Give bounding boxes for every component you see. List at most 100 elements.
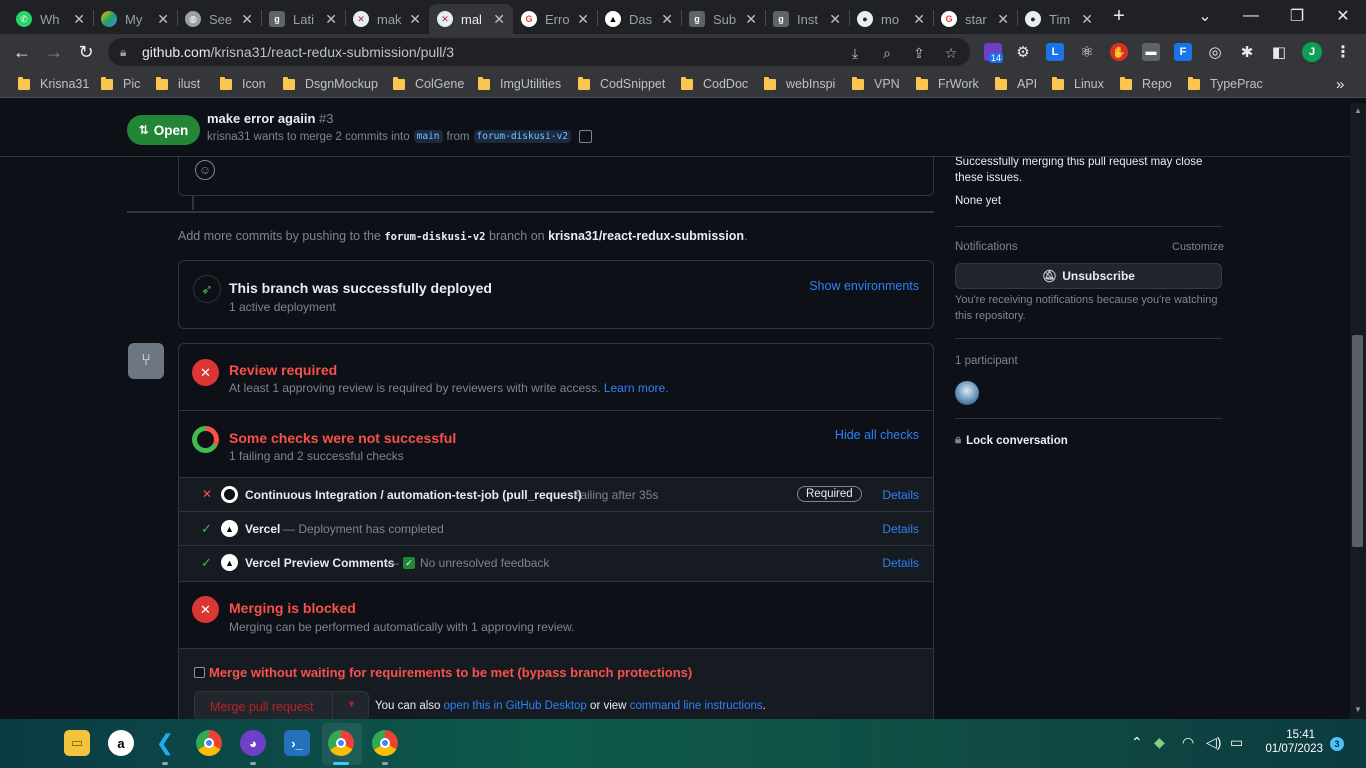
close-tab-icon[interactable]: ✕ bbox=[493, 11, 505, 28]
tab-8[interactable]: g Sub ✕ bbox=[681, 4, 765, 34]
tab-0[interactable]: ✆ Wh ✕ bbox=[8, 4, 93, 34]
command-line-link[interactable]: command line instructions bbox=[630, 700, 763, 712]
close-tab-icon[interactable]: ✕ bbox=[1081, 11, 1093, 28]
pr-author[interactable]: krisna31 bbox=[207, 131, 250, 143]
bookmark-folder[interactable]: webInspi bbox=[764, 76, 835, 92]
close-tab-icon[interactable]: ✕ bbox=[997, 11, 1009, 28]
unsubscribe-button[interactable]: 🔕︎ Unsubscribe bbox=[955, 263, 1222, 289]
bookmark-folder[interactable]: Linux bbox=[1052, 76, 1104, 92]
tab-10[interactable]: ● mo ✕ bbox=[849, 4, 933, 34]
learn-more-link[interactable]: Learn more. bbox=[604, 381, 669, 395]
bookmark-folder[interactable]: API bbox=[995, 76, 1037, 92]
lock-conversation-link[interactable]: 🔒︎ Lock conversation bbox=[955, 434, 1068, 447]
tray-app-icon[interactable]: ◆ bbox=[1154, 734, 1165, 751]
bookmark-star-icon[interactable]: ☆ bbox=[942, 44, 960, 62]
head-branch[interactable]: forum-diskusi-v2 bbox=[473, 130, 572, 143]
address-bar[interactable]: 🔒︎ github.com/krisna31/react-redux-submi… bbox=[108, 38, 970, 66]
tab-6[interactable]: G Erro ✕ bbox=[513, 4, 597, 34]
merge-dropdown-icon[interactable]: ▼ bbox=[347, 699, 356, 709]
notification-count-badge[interactable]: 3 bbox=[1330, 737, 1344, 751]
bookmark-folder[interactable]: ImgUtilities bbox=[478, 76, 561, 92]
new-tab-icon[interactable]: + bbox=[1104, 0, 1134, 32]
close-tab-icon[interactable]: ✕ bbox=[577, 11, 589, 28]
merge-pull-request-button[interactable]: Merge pull request bbox=[210, 700, 314, 714]
close-tab-icon[interactable]: ✕ bbox=[745, 11, 757, 28]
bookmark-folder[interactable]: ColGene bbox=[393, 76, 464, 92]
repo-link[interactable]: krisna31/react-redux-submission bbox=[548, 229, 744, 243]
restore-icon[interactable]: ❐ bbox=[1274, 0, 1320, 32]
github-desktop-link[interactable]: open this in GitHub Desktop bbox=[444, 700, 587, 712]
bookmark-folder[interactable]: TypePrac bbox=[1188, 76, 1263, 92]
bookmark-folder[interactable]: Repo bbox=[1120, 76, 1172, 92]
share-icon[interactable]: ⇪ bbox=[910, 44, 928, 62]
tray-overflow-icon[interactable]: ⌃ bbox=[1131, 734, 1143, 751]
vscode-icon[interactable]: ❮ bbox=[152, 730, 178, 756]
adblock-icon[interactable]: ✋ bbox=[1110, 43, 1128, 61]
start-menu-icon[interactable] bbox=[20, 732, 44, 756]
extension-icon[interactable]: ▬ bbox=[1142, 43, 1160, 61]
side-panel-icon[interactable]: ◧ bbox=[1270, 43, 1288, 61]
bookmark-folder[interactable]: Krisna31 bbox=[18, 76, 89, 92]
details-link[interactable]: Details bbox=[882, 488, 919, 502]
close-tab-icon[interactable]: ✕ bbox=[241, 11, 253, 28]
app-a-icon[interactable]: a bbox=[108, 730, 134, 756]
fonts-extension-icon[interactable]: F bbox=[1174, 43, 1192, 61]
menu-icon[interactable]: ⋮ bbox=[1334, 43, 1352, 61]
install-app-icon[interactable]: ⤓ bbox=[846, 44, 864, 62]
volume-icon[interactable]: ◁) bbox=[1206, 734, 1221, 751]
back-icon[interactable]: ← bbox=[10, 40, 34, 64]
clock[interactable]: 15:41 01/07/2023 bbox=[1262, 729, 1323, 755]
details-link[interactable]: Details bbox=[882, 556, 919, 570]
tab-12[interactable]: ● Tim ✕ bbox=[1017, 4, 1101, 34]
close-tab-icon[interactable]: ✕ bbox=[829, 11, 841, 28]
close-tab-icon[interactable]: ✕ bbox=[73, 11, 85, 28]
hide-all-checks-link[interactable]: Hide all checks bbox=[835, 428, 919, 442]
tab-4[interactable]: ✕ mak ✕ bbox=[345, 4, 429, 34]
scroll-down-icon[interactable]: ▼ bbox=[1352, 705, 1364, 714]
tab-11[interactable]: G star ✕ bbox=[933, 4, 1017, 34]
bookmark-folder[interactable]: VPN bbox=[852, 76, 900, 92]
participant-avatar[interactable] bbox=[955, 381, 979, 405]
bookmark-folder[interactable]: CodSnippet bbox=[578, 76, 665, 92]
zoom-icon[interactable]: ⌕ bbox=[878, 44, 896, 62]
show-environments-link[interactable]: Show environments bbox=[809, 279, 919, 293]
tab-7[interactable]: ▲ Das ✕ bbox=[597, 4, 681, 34]
bookmark-folder[interactable]: Icon bbox=[220, 76, 266, 92]
reload-icon[interactable]: ↻ bbox=[74, 40, 98, 64]
more-bookmarks-icon[interactable]: » bbox=[1336, 76, 1344, 93]
close-tab-icon[interactable]: ✕ bbox=[661, 11, 673, 28]
close-window-icon[interactable]: ✕ bbox=[1320, 0, 1366, 32]
tab-3[interactable]: g Lati ✕ bbox=[261, 4, 345, 34]
bookmark-folder[interactable]: DsgnMockup bbox=[283, 76, 378, 92]
chrome-icon[interactable] bbox=[196, 730, 222, 756]
battery-icon[interactable]: ▭ bbox=[1230, 734, 1243, 751]
add-reaction-icon[interactable]: ☺ bbox=[195, 160, 215, 180]
tab-search-icon[interactable]: ⌄ bbox=[1182, 0, 1228, 32]
puzzle-extensions-icon[interactable]: ✱ bbox=[1238, 43, 1256, 61]
base-branch[interactable]: main bbox=[413, 130, 443, 143]
forward-icon[interactable]: → bbox=[42, 40, 66, 64]
close-tab-icon[interactable]: ✕ bbox=[913, 11, 925, 28]
tab-5-active[interactable]: ✕ mal ✕ bbox=[429, 4, 513, 34]
gear-extension-icon[interactable]: ⚙ bbox=[1014, 43, 1032, 61]
tab-1[interactable]: My ✕ bbox=[93, 4, 177, 34]
minimize-icon[interactable]: — bbox=[1228, 0, 1274, 32]
powershell-icon[interactable]: ›_ bbox=[284, 730, 310, 756]
bookmark-folder[interactable]: Pic bbox=[101, 76, 140, 92]
bypass-label[interactable]: Merge without waiting for requirements t… bbox=[209, 665, 692, 680]
l-extension-icon[interactable]: L bbox=[1046, 43, 1064, 61]
react-devtools-icon[interactable]: ⚛ bbox=[1078, 43, 1096, 61]
file-explorer-icon[interactable]: ▭ bbox=[64, 730, 90, 756]
scrollbar-thumb[interactable] bbox=[1352, 335, 1363, 547]
close-tab-icon[interactable]: ✕ bbox=[409, 11, 421, 28]
bypass-checkbox[interactable] bbox=[194, 667, 205, 678]
close-tab-icon[interactable]: ✕ bbox=[325, 11, 337, 28]
tab-2[interactable]: ◍ See ✕ bbox=[177, 4, 261, 34]
profile-avatar[interactable]: J bbox=[1302, 42, 1322, 62]
target-extension-icon[interactable]: ◎ bbox=[1206, 43, 1224, 61]
chrome-profile-icon[interactable] bbox=[328, 730, 354, 756]
details-link[interactable]: Details bbox=[882, 522, 919, 536]
bookmark-folder[interactable]: CodDoc bbox=[681, 76, 748, 92]
wifi-icon[interactable]: ◠ bbox=[1182, 734, 1194, 751]
bookmark-folder[interactable]: ilust bbox=[156, 76, 200, 92]
